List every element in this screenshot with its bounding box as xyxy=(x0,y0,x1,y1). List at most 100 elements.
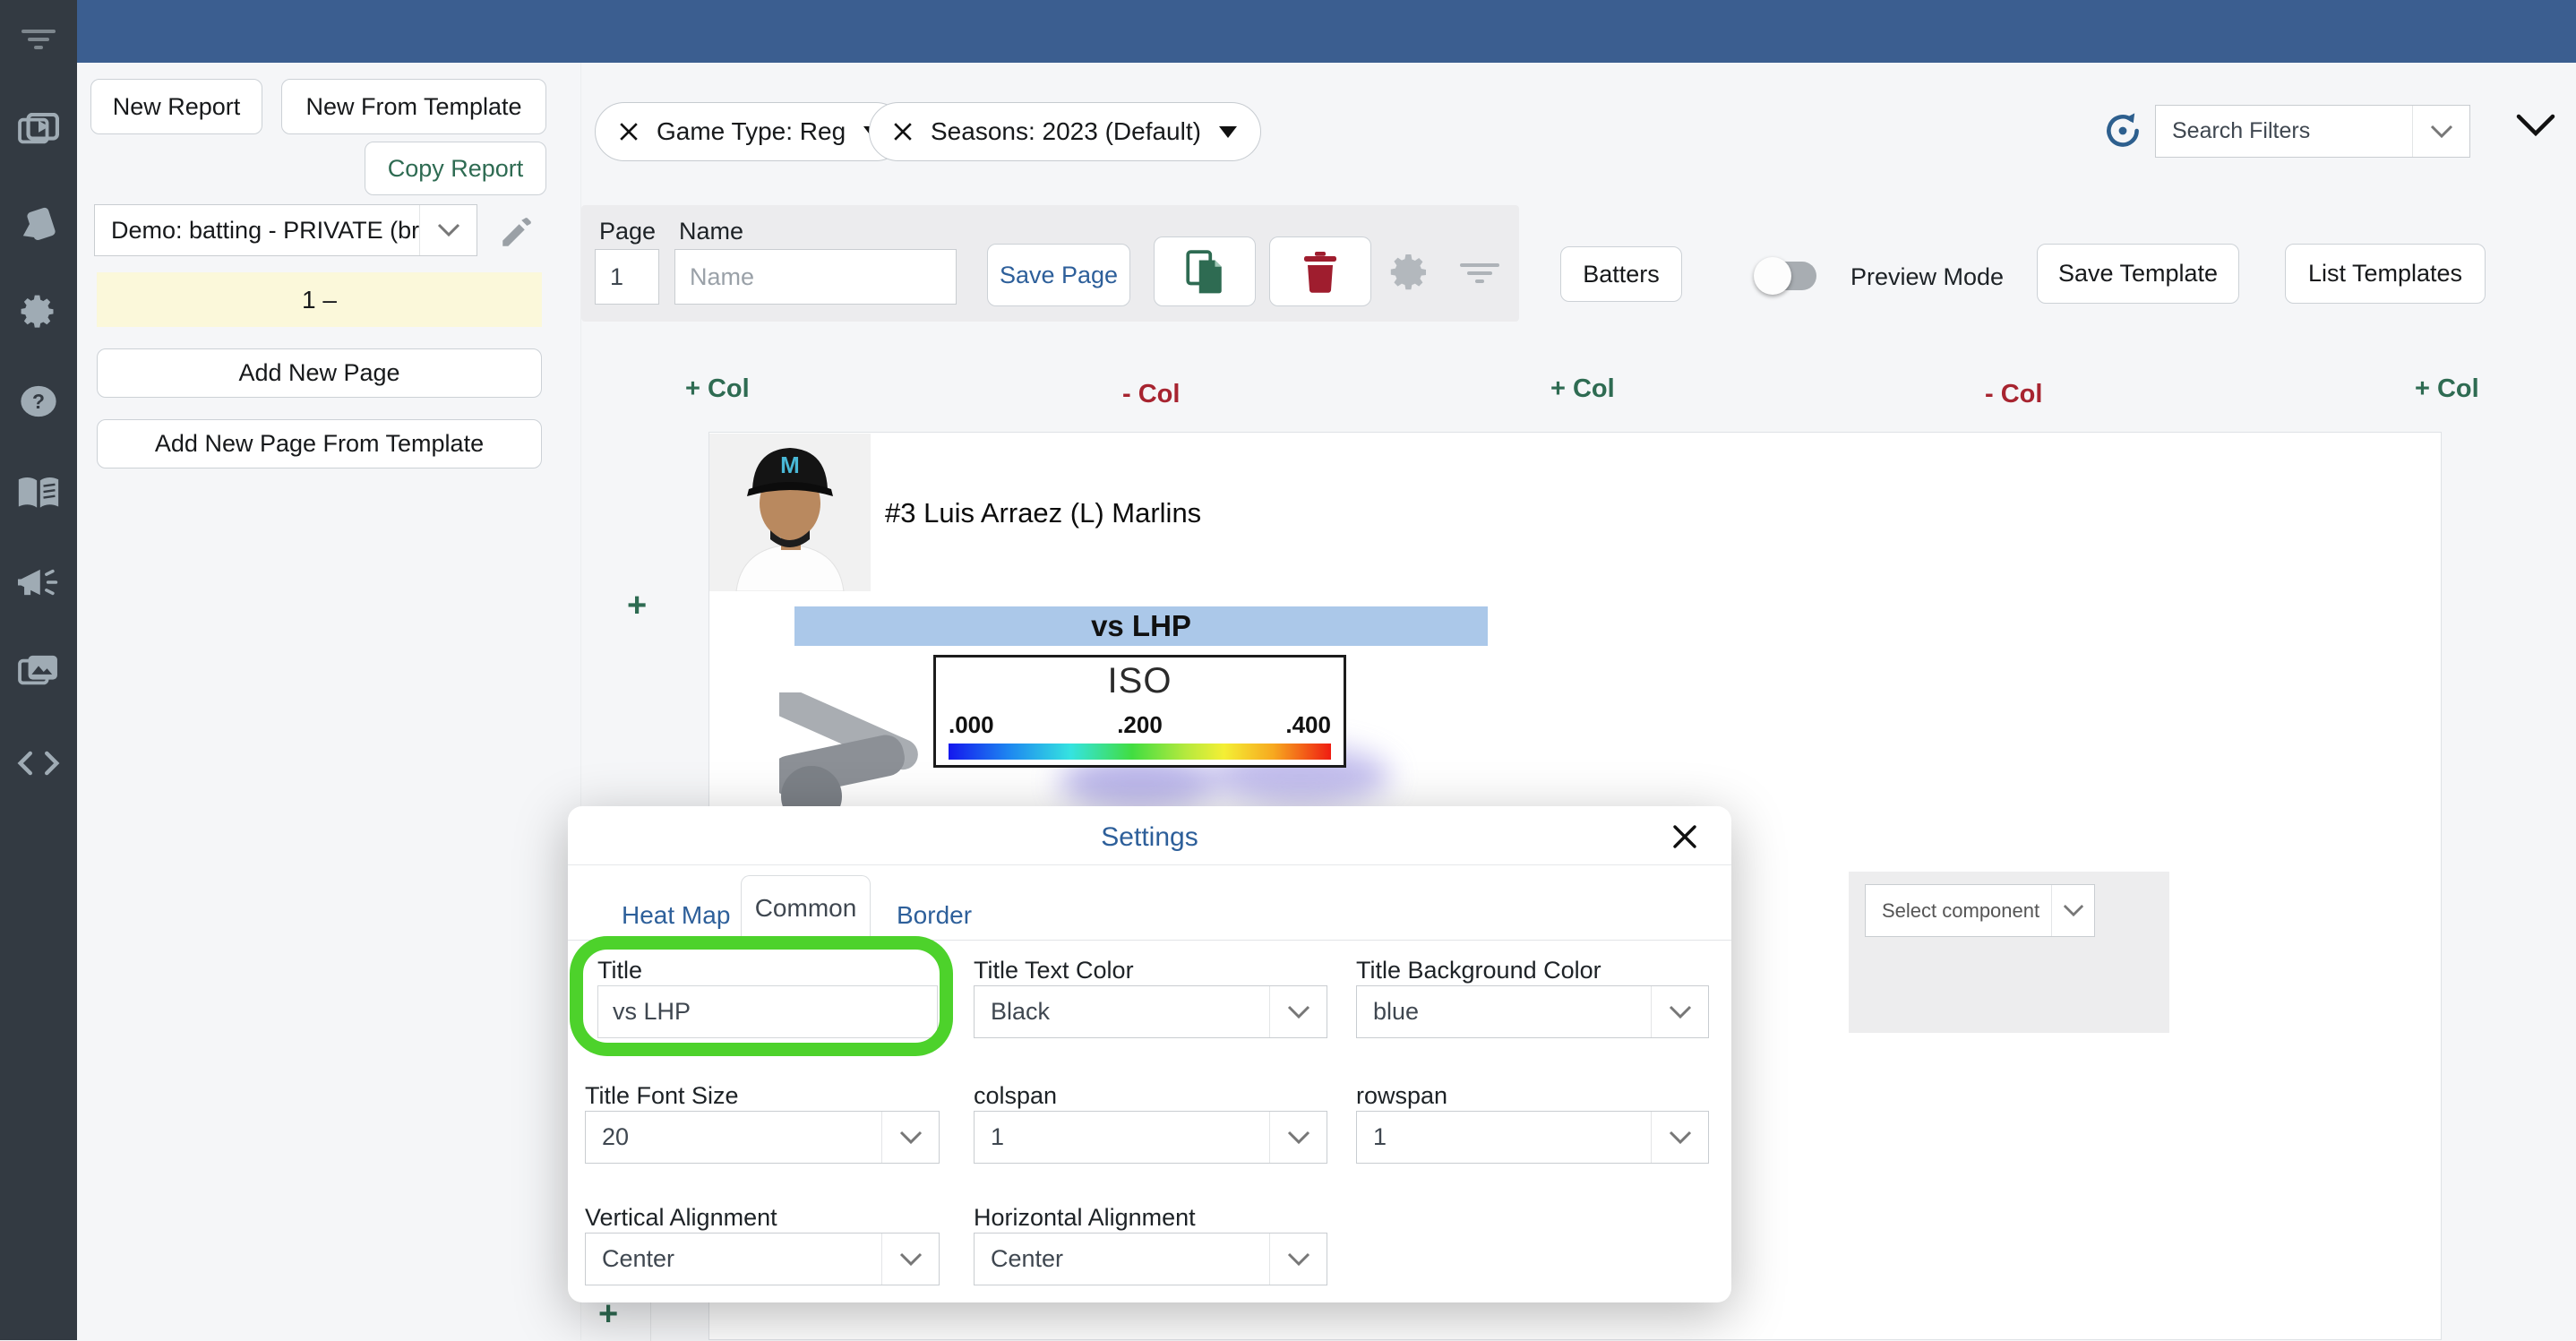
tab-border[interactable]: Border xyxy=(897,901,972,930)
save-page-button[interactable]: Save Page xyxy=(987,244,1130,306)
colspan-value: 1 xyxy=(991,1123,1005,1150)
legend-tick: .200 xyxy=(1117,711,1163,738)
horizontal-alignment-value: Center xyxy=(991,1245,1064,1272)
chevron-down-icon xyxy=(881,1112,939,1163)
page-label: Page xyxy=(599,218,657,245)
filter-menu-icon[interactable] xyxy=(0,13,77,66)
filter-chip-game-type[interactable]: Game Type: Reg xyxy=(595,102,906,161)
settings-modal: Settings Heat Map Common Border Title Ti… xyxy=(568,806,1731,1302)
chevron-down-icon xyxy=(1651,1112,1708,1163)
title-bg-color-select[interactable]: blue xyxy=(1356,985,1709,1038)
chevron-down-icon xyxy=(419,205,477,255)
save-template-button[interactable]: Save Template xyxy=(2037,244,2239,304)
horizontal-alignment-label: Horizontal Alignment xyxy=(974,1204,1196,1231)
search-filters-select[interactable]: Search Filters xyxy=(2155,105,2470,158)
copy-report-button[interactable]: Copy Report xyxy=(365,142,546,195)
title-input[interactable] xyxy=(597,985,938,1038)
trash-icon xyxy=(1304,252,1336,293)
rowspan-label: rowspan xyxy=(1356,1082,1448,1109)
colspan-select[interactable]: 1 xyxy=(974,1111,1327,1164)
vertical-alignment-value: Center xyxy=(602,1245,675,1272)
legend-title: ISO xyxy=(1107,661,1172,701)
rowspan-value: 1 xyxy=(1373,1123,1387,1150)
select-component-value: Select component xyxy=(1882,898,2040,922)
new-from-template-button[interactable]: New From Template xyxy=(281,79,546,134)
legend-tick: .400 xyxy=(1285,711,1331,738)
title-text-color-select[interactable]: Black xyxy=(974,985,1327,1038)
copy-page-icon xyxy=(1186,250,1222,294)
batters-button[interactable]: Batters xyxy=(1560,246,1682,302)
settings-gear-icon[interactable] xyxy=(0,285,77,339)
close-icon[interactable] xyxy=(1670,822,1699,851)
title-font-size-label: Title Font Size xyxy=(585,1082,739,1109)
delete-page-button[interactable] xyxy=(1269,236,1371,306)
tab-common[interactable]: Common xyxy=(741,875,871,941)
title-font-size-select[interactable]: 20 xyxy=(585,1111,940,1164)
add-new-page-button[interactable]: Add New Page xyxy=(97,348,542,398)
chip-dropdown-icon[interactable] xyxy=(1218,125,1237,138)
filter-history-icon[interactable] xyxy=(2101,109,2144,157)
image-library-icon[interactable] xyxy=(0,645,77,699)
megaphone-icon[interactable] xyxy=(0,555,77,609)
page-name-input[interactable] xyxy=(674,249,957,305)
remove-col-button[interactable]: - Col xyxy=(1122,380,1180,409)
title-bg-color-value: blue xyxy=(1373,998,1420,1025)
collapse-filters-icon[interactable] xyxy=(2515,113,2556,142)
chip-remove-icon[interactable] xyxy=(893,122,913,142)
book-icon[interactable] xyxy=(0,466,77,520)
add-row-button[interactable]: + xyxy=(627,587,647,625)
iso-legend: ISO .000 .200 .400 xyxy=(933,655,1346,768)
chevron-down-icon xyxy=(2051,885,2094,936)
chip-remove-icon[interactable] xyxy=(619,122,639,142)
add-col-button[interactable]: + Col xyxy=(1550,374,1615,404)
copy-page-button[interactable] xyxy=(1154,236,1256,306)
empty-component-cell: Select component xyxy=(1849,872,2169,1033)
page-list-item[interactable]: 1 – xyxy=(97,272,542,327)
title-text-color-label: Title Text Color xyxy=(974,957,1134,984)
filter-chip-seasons[interactable]: Seasons: 2023 (Default) xyxy=(869,102,1261,161)
list-templates-button[interactable]: List Templates xyxy=(2285,244,2486,304)
new-report-button[interactable]: New Report xyxy=(90,79,262,134)
preview-mode-toggle[interactable] xyxy=(1754,257,1816,295)
title-font-size-value: 20 xyxy=(602,1123,630,1150)
name-label: Name xyxy=(679,218,744,245)
vertical-alignment-select[interactable]: Center xyxy=(585,1233,940,1285)
app-root: ? New Report New From Template Copy Repo… xyxy=(0,0,2576,1341)
preview-mode-label: Preview Mode xyxy=(1850,263,2005,290)
rowspan-select[interactable]: 1 xyxy=(1356,1111,1709,1164)
edit-pencil-icon[interactable] xyxy=(498,213,536,255)
legend-tick: .000 xyxy=(949,711,994,738)
search-filters-value: Search Filters xyxy=(2172,118,2311,143)
legend-gradient-bar xyxy=(949,744,1331,760)
report-select-value: Demo: batting - PRIVATE (brad… xyxy=(111,216,419,244)
title-text-color-value: Black xyxy=(991,998,1051,1025)
chevron-down-icon xyxy=(1651,986,1708,1037)
chevron-down-icon xyxy=(881,1234,939,1285)
chevron-down-icon xyxy=(1269,986,1327,1037)
icon-sidebar: ? xyxy=(0,0,77,1340)
banner-cell[interactable]: vs LHP xyxy=(794,606,1488,646)
modal-title: Settings xyxy=(1101,822,1198,852)
horizontal-alignment-select[interactable]: Center xyxy=(974,1233,1327,1285)
chevron-down-icon xyxy=(1269,1234,1327,1285)
page-settings-gear-icon[interactable] xyxy=(1388,251,1431,302)
remove-col-button[interactable]: - Col xyxy=(1985,380,2042,409)
chip-label: Game Type: Reg xyxy=(657,117,846,145)
title-field-label: Title xyxy=(597,957,643,984)
code-icon[interactable] xyxy=(0,736,77,790)
add-col-button[interactable]: + Col xyxy=(685,374,750,404)
cards-icon[interactable] xyxy=(0,195,77,249)
report-select[interactable]: Demo: batting - PRIVATE (brad… xyxy=(94,204,477,256)
page-number-input[interactable] xyxy=(595,249,659,305)
chevron-down-icon xyxy=(2412,106,2469,157)
add-col-button[interactable]: + Col xyxy=(2415,374,2479,404)
page-filter-icon[interactable] xyxy=(1460,263,1499,283)
add-new-page-from-template-button[interactable]: Add New Page From Template xyxy=(97,419,542,468)
player-name-cell[interactable]: #3 Luis Arraez (L) Marlins xyxy=(885,497,1201,529)
select-component-dropdown[interactable]: Select component xyxy=(1865,884,2095,937)
colspan-label: colspan xyxy=(974,1082,1058,1109)
help-icon[interactable]: ? xyxy=(0,374,77,428)
vertical-alignment-label: Vertical Alignment xyxy=(585,1204,777,1231)
tab-heat-map[interactable]: Heat Map xyxy=(622,901,730,930)
video-library-icon[interactable] xyxy=(0,104,77,158)
